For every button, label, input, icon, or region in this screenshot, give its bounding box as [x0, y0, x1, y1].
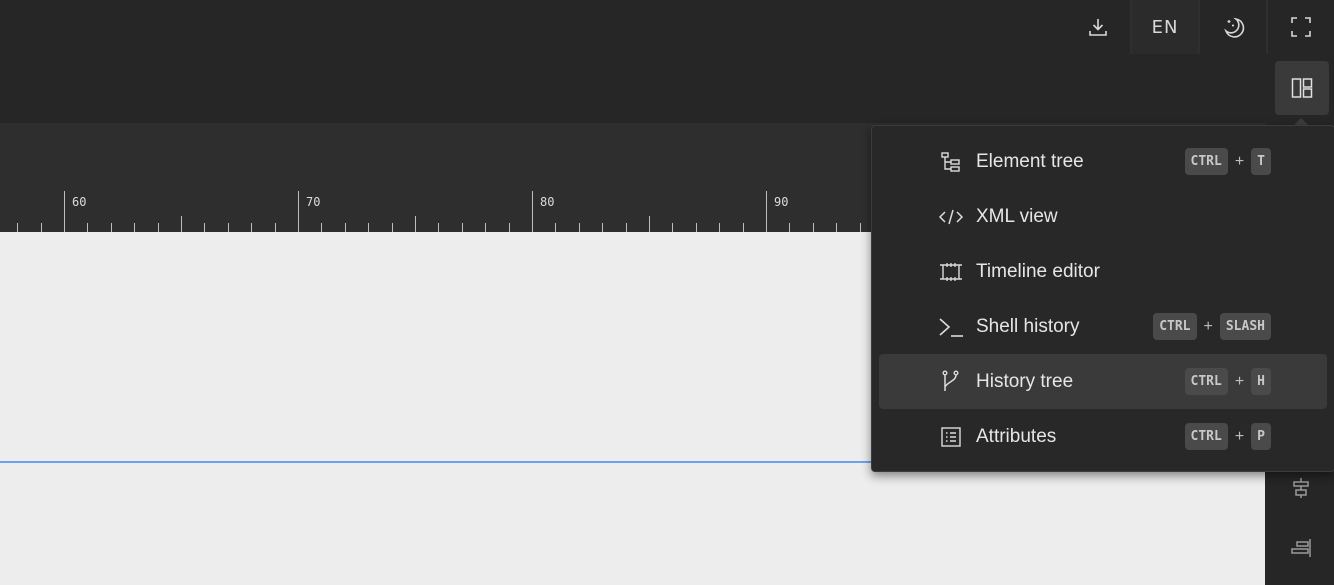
panels-menu-button[interactable] — [1275, 61, 1329, 115]
ruler-label-60: 60 — [72, 195, 87, 209]
download-icon — [1089, 19, 1107, 36]
menu-item-label: Timeline editor — [976, 260, 1100, 282]
key-ctrl: CTRL — [1153, 313, 1197, 340]
keyboard-shortcut: CTRL + T — [1184, 148, 1271, 175]
menu-item-label: Element tree — [976, 150, 1084, 172]
keyboard-shortcut: CTRL + H — [1184, 368, 1271, 395]
key-plus: + — [1234, 152, 1245, 170]
keyboard-shortcut: CTRL + SLASH — [1153, 313, 1271, 340]
menu-item-label: Attributes — [976, 425, 1057, 447]
layout-panels-icon — [1291, 78, 1313, 98]
key-slash: SLASH — [1219, 313, 1271, 340]
ruler-label-90: 90 — [774, 195, 789, 209]
theme-toggle-button[interactable] — [1198, 0, 1266, 54]
key-t: T — [1251, 148, 1271, 175]
key-ctrl: CTRL — [1184, 368, 1228, 395]
key-ctrl: CTRL — [1184, 148, 1228, 175]
key-plus: + — [1234, 372, 1245, 390]
language-button[interactable]: EN — [1130, 0, 1198, 54]
keyboard-shortcut: CTRL + P — [1184, 423, 1271, 450]
terminal-icon — [937, 313, 965, 341]
menu-item-shell-history[interactable]: Shell history CTRL + SLASH — [879, 299, 1327, 354]
align-vertical-center-icon — [1293, 478, 1309, 498]
menu-item-element-tree[interactable]: Element tree CTRL + T — [879, 134, 1327, 189]
key-p: P — [1251, 423, 1271, 450]
element-tree-icon — [937, 148, 965, 176]
branch-icon — [937, 368, 965, 396]
key-h: H — [1251, 368, 1271, 395]
align-right-tool[interactable] — [1288, 535, 1314, 561]
align-right-icon — [1291, 539, 1311, 557]
top-actions: EN — [1066, 0, 1334, 54]
fullscreen-button[interactable] — [1266, 0, 1334, 54]
panels-dropdown-menu: Element tree CTRL + T XML view Timeline … — [871, 125, 1334, 472]
fullscreen-icon — [1291, 17, 1311, 37]
menu-item-history-tree[interactable]: History tree CTRL + H — [879, 354, 1327, 409]
menu-item-label: XML view — [976, 205, 1058, 227]
menu-item-xml-view[interactable]: XML view — [879, 189, 1327, 244]
key-plus: + — [1234, 427, 1245, 445]
key-ctrl: CTRL — [1184, 423, 1228, 450]
menu-item-label: History tree — [976, 370, 1074, 392]
ruler-label-80: 80 — [540, 195, 555, 209]
timeline-icon — [937, 258, 965, 286]
ruler-label-70: 70 — [306, 195, 321, 209]
download-button[interactable] — [1066, 0, 1130, 54]
language-label: EN — [1151, 16, 1179, 38]
align-center-tool[interactable] — [1288, 475, 1314, 501]
menu-item-timeline-editor[interactable]: Timeline editor — [879, 244, 1327, 299]
guide-line[interactable] — [0, 461, 875, 463]
menu-item-attributes[interactable]: Attributes CTRL + P — [879, 409, 1327, 464]
menu-item-label: Shell history — [976, 315, 1080, 337]
key-plus: + — [1203, 317, 1213, 335]
moon-stars-icon — [1224, 17, 1245, 38]
code-icon — [937, 203, 965, 231]
list-icon — [937, 423, 965, 451]
